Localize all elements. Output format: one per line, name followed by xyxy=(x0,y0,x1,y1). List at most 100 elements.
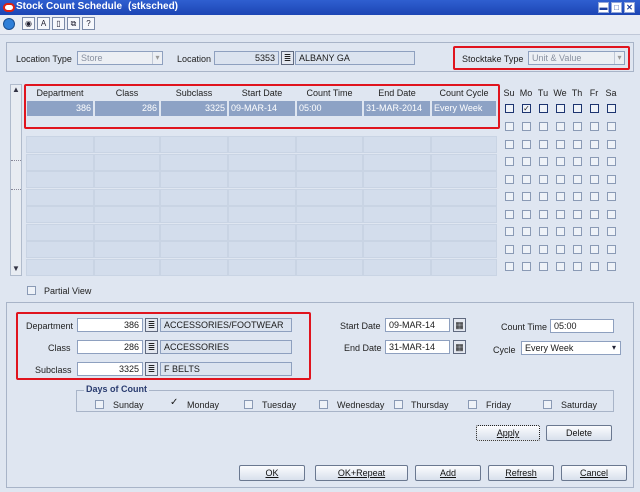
table-cell[interactable] xyxy=(228,188,296,206)
copy-icon[interactable]: ⧉ xyxy=(67,17,80,30)
start-date-field[interactable]: 09-MAR-14 xyxy=(385,318,450,332)
row-day-checkbox[interactable] xyxy=(556,122,565,131)
table-cell[interactable] xyxy=(94,136,160,153)
row-day-checkbox[interactable] xyxy=(556,227,565,236)
row-day-checkbox[interactable] xyxy=(522,157,531,166)
table-cell[interactable] xyxy=(228,206,296,223)
row-day-checkbox[interactable] xyxy=(522,244,531,254)
row-day-checkbox[interactable] xyxy=(607,227,616,236)
count-time-field[interactable]: 05:00 xyxy=(550,319,614,333)
globe-icon[interactable] xyxy=(3,18,15,30)
end-date-field[interactable]: 31-MAR-14 xyxy=(385,340,450,354)
table-cell[interactable] xyxy=(160,223,228,241)
table-cell[interactable] xyxy=(26,171,94,188)
row-day-checkbox[interactable]: ✓ xyxy=(522,104,531,113)
row-day-checkbox[interactable] xyxy=(556,139,565,149)
row-day-checkbox[interactable] xyxy=(556,209,565,219)
table-cell[interactable] xyxy=(431,136,497,153)
table-cell[interactable] xyxy=(228,258,296,276)
row-day-checkbox[interactable] xyxy=(539,262,548,271)
maximize-icon[interactable]: □ xyxy=(611,2,622,13)
table-cell[interactable] xyxy=(26,258,94,276)
table-cell[interactable] xyxy=(296,188,363,206)
location-lov-icon[interactable]: ≣ xyxy=(281,51,294,65)
stocktake-type-select[interactable]: Unit & Value xyxy=(528,51,625,65)
table-cell[interactable] xyxy=(94,206,160,223)
class-field[interactable]: 286 xyxy=(77,340,143,354)
row-day-checkbox[interactable] xyxy=(573,174,582,184)
row-day-checkbox[interactable] xyxy=(590,122,599,131)
table-cell[interactable] xyxy=(363,188,431,206)
table-cell[interactable] xyxy=(296,153,363,171)
table-cell[interactable] xyxy=(26,153,94,171)
row-day-checkbox[interactable] xyxy=(505,227,514,236)
row-day-checkbox[interactable] xyxy=(573,244,582,254)
row-day-checkbox[interactable] xyxy=(505,209,514,219)
table-cell[interactable] xyxy=(363,206,431,223)
cancel-button[interactable]: Cancel xyxy=(561,465,627,481)
start-date-calendar-icon[interactable]: ▦ xyxy=(453,318,466,332)
table-cell[interactable] xyxy=(160,241,228,258)
thursday-checkbox[interactable] xyxy=(394,400,403,409)
monday-checkbox[interactable]: ✓ xyxy=(170,398,178,408)
table-cell[interactable] xyxy=(94,153,160,171)
table-row[interactable] xyxy=(26,136,497,153)
table-cell[interactable] xyxy=(160,136,228,153)
table-cell[interactable] xyxy=(228,223,296,241)
end-date-calendar-icon[interactable]: ▦ xyxy=(453,340,466,354)
table-cell[interactable] xyxy=(94,223,160,241)
row-day-checkbox[interactable] xyxy=(505,244,514,254)
help-icon[interactable]: ? xyxy=(82,17,95,30)
row-day-checkbox[interactable] xyxy=(556,192,565,201)
row-day-checkbox[interactable] xyxy=(607,244,616,254)
table-cell[interactable] xyxy=(296,206,363,223)
table-cell[interactable] xyxy=(26,136,94,153)
sunday-checkbox[interactable] xyxy=(95,400,104,409)
table-cell[interactable] xyxy=(94,188,160,206)
row-day-checkbox[interactable] xyxy=(556,157,565,166)
cycle-select[interactable]: Every Week xyxy=(521,341,621,355)
table-cell[interactable] xyxy=(363,136,431,153)
department-field[interactable]: 386 xyxy=(77,318,143,332)
table-cell[interactable] xyxy=(296,241,363,258)
row-day-checkbox[interactable] xyxy=(607,262,616,271)
friday-checkbox[interactable] xyxy=(468,400,477,409)
row-day-checkbox[interactable] xyxy=(522,174,531,184)
row-day-checkbox[interactable] xyxy=(573,209,582,219)
table-row[interactable] xyxy=(26,206,497,223)
row-day-checkbox[interactable] xyxy=(505,262,514,271)
table-cell[interactable] xyxy=(431,188,497,206)
row-day-checkbox[interactable] xyxy=(522,139,531,149)
row-day-checkbox[interactable] xyxy=(607,209,616,219)
table-cell[interactable] xyxy=(296,223,363,241)
ok-button[interactable]: OK xyxy=(239,465,305,481)
row-day-checkbox[interactable] xyxy=(573,139,582,149)
row-day-checkbox[interactable] xyxy=(505,122,514,131)
refresh-button[interactable]: Refresh xyxy=(488,465,554,481)
table-cell[interactable] xyxy=(160,171,228,188)
row-day-checkbox[interactable] xyxy=(505,192,514,201)
row-day-checkbox[interactable] xyxy=(522,227,531,236)
row-day-checkbox[interactable] xyxy=(539,157,548,166)
row-day-checkbox[interactable] xyxy=(573,104,582,113)
row-day-checkbox[interactable] xyxy=(573,262,582,271)
row-day-checkbox[interactable] xyxy=(522,209,531,219)
close-icon[interactable]: ✕ xyxy=(624,2,635,13)
ok-repeat-button[interactable]: OK+Repeat xyxy=(315,465,408,481)
table-cell[interactable] xyxy=(228,241,296,258)
row-day-checkbox[interactable] xyxy=(607,122,616,131)
table-cell[interactable] xyxy=(296,258,363,276)
save-icon[interactable]: ◉ xyxy=(22,17,35,30)
table-cell[interactable] xyxy=(296,171,363,188)
table-row[interactable] xyxy=(26,258,497,276)
row-day-checkbox[interactable] xyxy=(539,227,548,236)
row-day-checkbox[interactable] xyxy=(539,122,548,131)
row-day-checkbox[interactable] xyxy=(590,157,599,166)
row-day-checkbox[interactable] xyxy=(522,122,531,131)
row-day-checkbox[interactable] xyxy=(539,174,548,184)
location-type-select[interactable]: Store xyxy=(77,51,163,65)
table-cell[interactable] xyxy=(228,153,296,171)
subclass-field[interactable]: 3325 xyxy=(77,362,143,376)
table-cell[interactable] xyxy=(363,223,431,241)
chevron-down-icon[interactable]: ▾ xyxy=(152,52,162,64)
